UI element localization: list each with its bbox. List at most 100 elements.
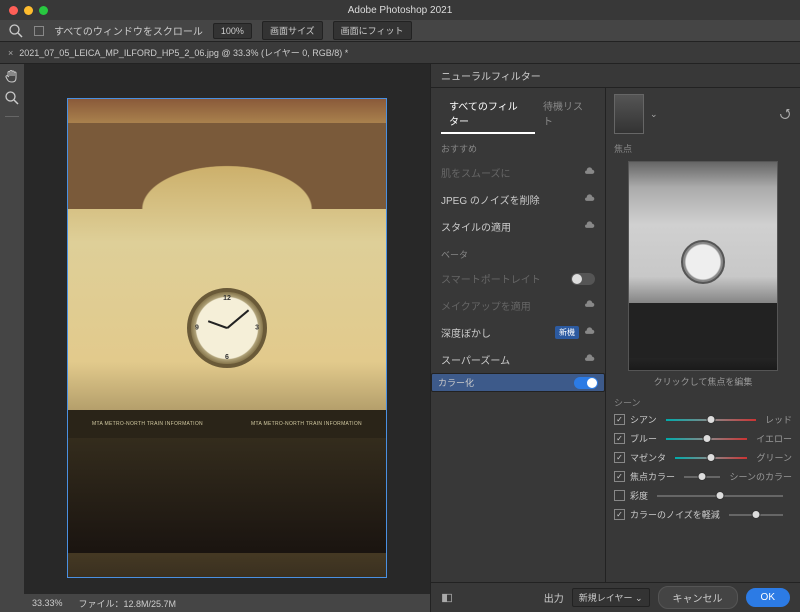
slider-left-label: ブルー bbox=[630, 432, 657, 445]
cloud-download-icon bbox=[584, 354, 595, 365]
zoom-tool-icon[interactable] bbox=[4, 90, 20, 106]
filter-list: すべてのフィルター 待機リスト おすすめ 肌をスムーズに JPEG のノイズを削… bbox=[431, 88, 606, 582]
reset-icon[interactable] bbox=[778, 107, 792, 121]
slider-left-label: マゼンタ bbox=[630, 451, 666, 464]
focus-label: 焦点 bbox=[614, 142, 792, 155]
status-bar: 33.33% ファイル：12.8M/25.7M bbox=[24, 594, 430, 612]
new-badge: 新機 bbox=[555, 326, 579, 339]
slider-track[interactable] bbox=[675, 457, 747, 459]
document-image: 12 6 9 3 MTA METRO-NORTH TRAIN INFORMATI… bbox=[67, 98, 387, 578]
hand-tool-icon[interactable] bbox=[4, 68, 20, 84]
slider-left-label: シアン bbox=[630, 413, 657, 426]
slider-knob[interactable] bbox=[702, 434, 711, 443]
fit-window-button[interactable]: 画面にフィット bbox=[333, 21, 412, 40]
cloud-download-icon bbox=[584, 221, 595, 232]
slider-right-label: シーンのカラー bbox=[729, 470, 792, 483]
ok-button[interactable]: OK bbox=[746, 588, 790, 607]
filter-smooth-skin[interactable]: 肌をスムーズに bbox=[431, 159, 605, 186]
clock-graphic: 12 6 9 3 bbox=[187, 288, 267, 368]
slider-checkbox[interactable]: ✓ bbox=[614, 433, 625, 444]
slider-checkbox[interactable]: ✓ bbox=[614, 414, 625, 425]
scene-heading: シーン bbox=[614, 396, 792, 409]
tab-waitlist[interactable]: 待機リスト bbox=[535, 94, 595, 134]
slider-track[interactable] bbox=[729, 514, 783, 516]
zoom-100-button[interactable]: 100% bbox=[213, 23, 252, 39]
window-titlebar: Adobe Photoshop 2021 bbox=[0, 0, 800, 20]
slider-knob[interactable] bbox=[716, 491, 725, 500]
neural-filters-panel: ニューラルフィルター すべてのフィルター 待機リスト おすすめ 肌をスムーズに … bbox=[430, 64, 800, 612]
options-bar: すべてのウィンドウをスクロール 100% 画面サイズ 画面にフィット bbox=[0, 20, 800, 42]
minimize-icon[interactable] bbox=[24, 6, 33, 15]
toggle-off[interactable] bbox=[571, 273, 595, 285]
slider-row: ✓ ブルー イエロー bbox=[614, 432, 792, 445]
slider-row: 彩度 bbox=[614, 489, 792, 502]
preview-hint: クリックして焦点を編集 bbox=[614, 375, 792, 388]
slider-row: ✓ マゼンタ グリーン bbox=[614, 451, 792, 464]
maximize-icon[interactable] bbox=[39, 6, 48, 15]
booth-sign: MTA METRO-NORTH TRAIN INFORMATION bbox=[251, 421, 362, 427]
file-status: ファイル：12.8M/25.7M bbox=[79, 597, 177, 610]
filter-makeup[interactable]: メイクアップを適用 bbox=[431, 292, 605, 319]
scroll-all-checkbox[interactable] bbox=[34, 26, 44, 36]
filter-settings: ⌄ 焦点 クリックして焦点を編集 シーン ✓ シアン レッド✓ ブルー イエロー… bbox=[606, 88, 800, 582]
zoom-status[interactable]: 33.33% bbox=[32, 598, 63, 608]
slider-left-label: カラーのノイズを軽減 bbox=[630, 508, 720, 521]
zoom-tool-icon bbox=[8, 23, 24, 39]
filter-super-zoom[interactable]: スーパーズーム bbox=[431, 346, 605, 373]
slider-left-label: 彩度 bbox=[630, 489, 648, 502]
cloud-download-icon bbox=[584, 194, 595, 205]
cloud-download-icon bbox=[584, 300, 595, 311]
slider-checkbox[interactable]: ✓ bbox=[614, 452, 625, 463]
slider-right-label: レッド bbox=[765, 413, 792, 426]
output-select[interactable]: 新規レイヤー ⌄ bbox=[572, 588, 650, 607]
slider-knob[interactable] bbox=[706, 415, 715, 424]
slider-left-label: 焦点カラー bbox=[630, 470, 675, 483]
filter-jpeg-noise[interactable]: JPEG のノイズを削除 bbox=[431, 186, 605, 213]
close-icon[interactable] bbox=[9, 6, 18, 15]
divider bbox=[5, 116, 19, 117]
cancel-button[interactable]: キャンセル bbox=[658, 586, 738, 609]
cloud-download-icon bbox=[584, 167, 595, 178]
slider-track[interactable] bbox=[666, 419, 756, 421]
slider-right-label: グリーン bbox=[756, 451, 792, 464]
slider-track[interactable] bbox=[684, 476, 720, 478]
document-tab-bar: × 2021_07_05_LEICA_MP_ILFORD_HP5_2_06.jp… bbox=[0, 42, 800, 64]
canvas-area[interactable]: 12 6 9 3 MTA METRO-NORTH TRAIN INFORMATI… bbox=[24, 64, 430, 612]
booth-sign: MTA METRO-NORTH TRAIN INFORMATION bbox=[92, 421, 203, 427]
tool-palette bbox=[0, 64, 24, 612]
slider-row: ✓ カラーのノイズを軽減 bbox=[614, 508, 792, 521]
section-featured: おすすめ bbox=[431, 134, 605, 159]
cloud-download-icon bbox=[584, 327, 595, 338]
section-beta: ベータ bbox=[431, 240, 605, 265]
slider-right-label: イエロー bbox=[756, 432, 792, 445]
fit-screen-button[interactable]: 画面サイズ bbox=[262, 21, 323, 40]
document-tab[interactable]: 2021_07_05_LEICA_MP_ILFORD_HP5_2_06.jpg … bbox=[19, 46, 348, 59]
preview-toggle-icon[interactable] bbox=[441, 592, 453, 604]
filter-style-transfer[interactable]: スタイルの適用 bbox=[431, 213, 605, 240]
chevron-down-icon[interactable]: ⌄ bbox=[650, 109, 658, 120]
close-tab-icon[interactable]: × bbox=[8, 48, 13, 58]
panel-footer: 出力 新規レイヤー ⌄ キャンセル OK bbox=[431, 582, 800, 612]
slider-row: ✓ 焦点カラー シーンのカラー bbox=[614, 470, 792, 483]
toggle-on[interactable] bbox=[574, 377, 598, 389]
slider-knob[interactable] bbox=[707, 453, 716, 462]
traffic-lights[interactable] bbox=[0, 6, 48, 15]
slider-checkbox[interactable]: ✓ bbox=[614, 471, 625, 482]
slider-knob[interactable] bbox=[698, 472, 707, 481]
slider-checkbox[interactable]: ✓ bbox=[614, 509, 625, 520]
app-title: Adobe Photoshop 2021 bbox=[348, 5, 453, 16]
slider-track[interactable] bbox=[666, 438, 747, 440]
output-label: 出力 bbox=[544, 590, 564, 605]
preview-image[interactable] bbox=[628, 161, 778, 371]
tab-all-filters[interactable]: すべてのフィルター bbox=[441, 94, 535, 134]
slider-track[interactable] bbox=[657, 495, 783, 497]
filter-smart-portrait[interactable]: スマートポートレイト bbox=[431, 265, 605, 292]
slider-checkbox[interactable] bbox=[614, 490, 625, 501]
filter-depth-blur[interactable]: 深度ぼかし新機 bbox=[431, 319, 605, 346]
scroll-all-label: すべてのウィンドウをスクロール bbox=[54, 23, 203, 38]
panel-title: ニューラルフィルター bbox=[431, 64, 800, 88]
slider-knob[interactable] bbox=[751, 510, 760, 519]
layer-thumbnail[interactable] bbox=[614, 94, 644, 134]
filter-colorize[interactable]: カラー化 bbox=[431, 373, 605, 392]
slider-row: ✓ シアン レッド bbox=[614, 413, 792, 426]
